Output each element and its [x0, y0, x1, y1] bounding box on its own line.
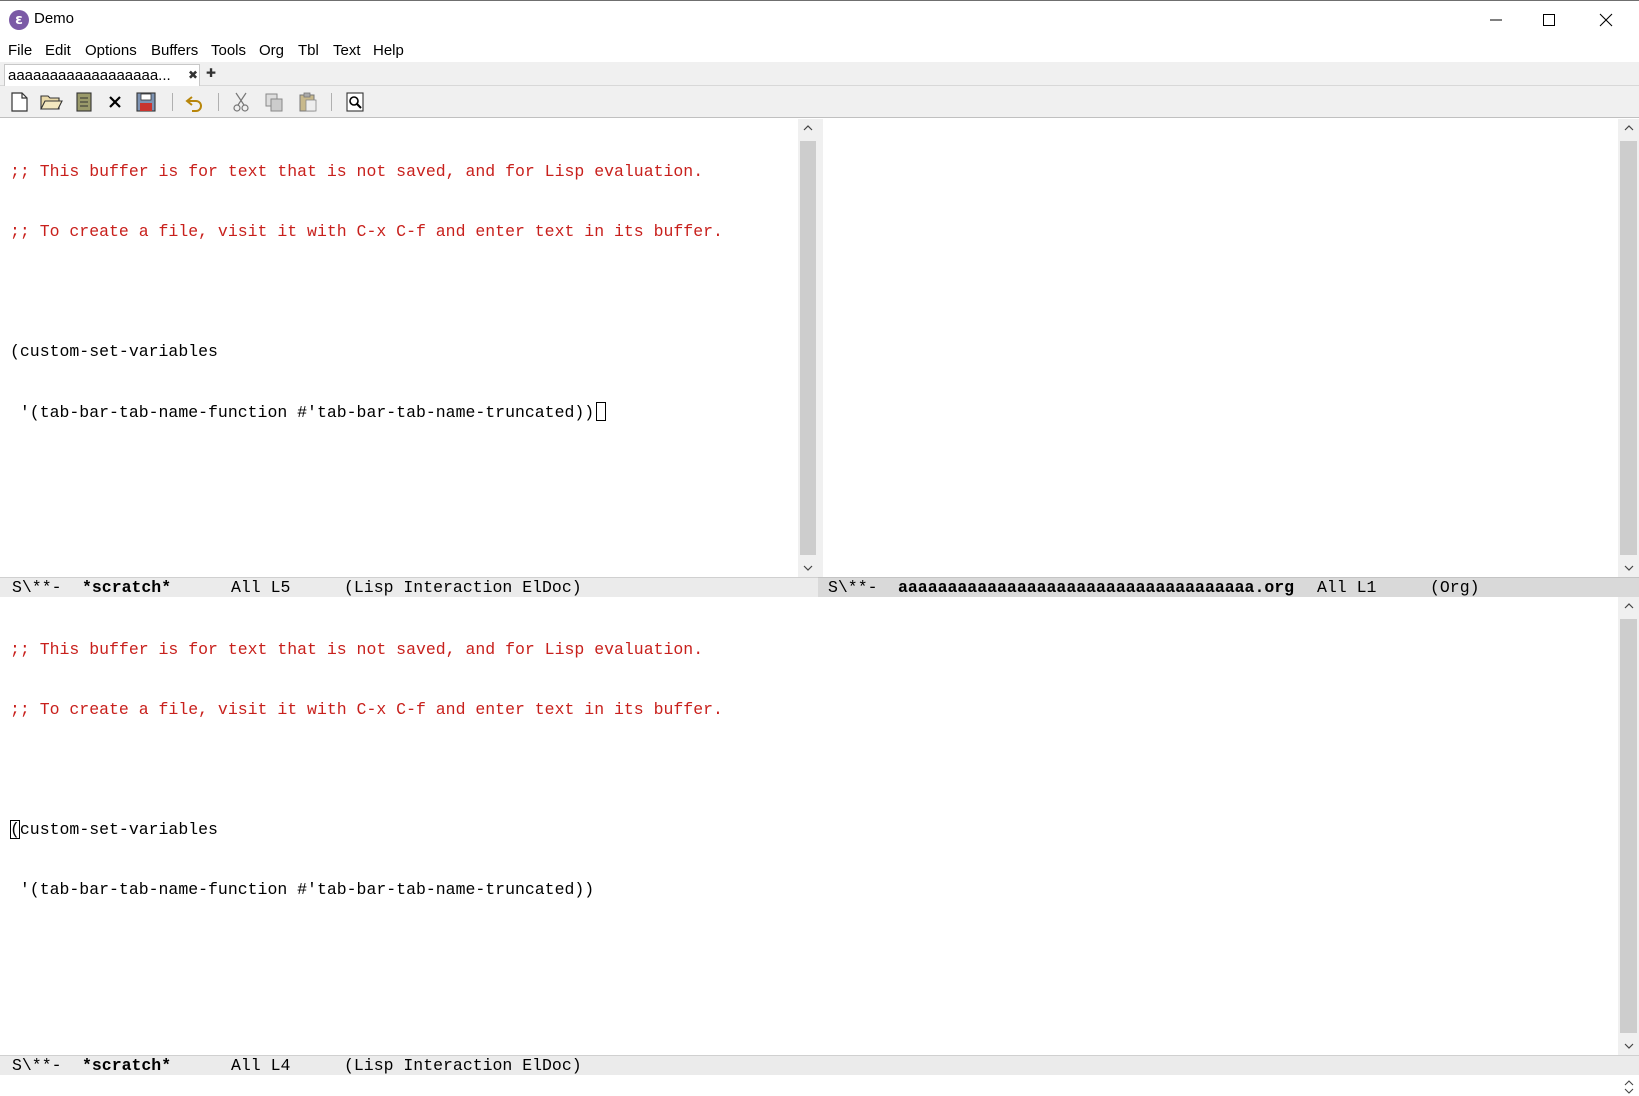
undo-icon: [185, 96, 202, 112]
code-text: custom-set-variables: [19, 820, 218, 839]
text-cursor: (: [10, 820, 20, 839]
scroll-up-arrow-icon[interactable]: [798, 119, 818, 137]
vertical-scrollbar[interactable]: [1618, 119, 1639, 577]
minimize-icon: [1490, 19, 1502, 21]
vertical-scrollbar[interactable]: [1618, 597, 1639, 1055]
scrollbar-thumb[interactable]: [800, 141, 816, 555]
mode-line-position: All L4: [231, 1056, 291, 1075]
scratch-window-bottom[interactable]: ;; This buffer is for text that is not s…: [0, 597, 1618, 1055]
close-x-icon[interactable]: ✖: [188, 68, 198, 82]
magnifier-icon: [346, 92, 364, 112]
code-line: '(tab-bar-tab-name-function #'tab-bar-ta…: [10, 402, 723, 422]
dired-icon: [76, 92, 92, 112]
tab-bar: aaaaaaaaaaaaaaaaaa... ✖ ✚: [0, 62, 1639, 86]
close-icon: [1599, 13, 1613, 27]
code-text: '(tab-bar-tab-name-function #'tab-bar-ta…: [10, 403, 595, 422]
mode-line-buffer-name[interactable]: *scratch*: [82, 1056, 171, 1076]
menu-edit[interactable]: Edit: [45, 42, 71, 59]
toolbar-separator: [331, 93, 332, 111]
scroll-down-arrow-icon[interactable]: [1618, 559, 1639, 577]
comment-line: ;; This buffer is for text that is not s…: [10, 640, 704, 659]
menu-tools[interactable]: Tools: [211, 42, 246, 59]
mode-line-modes[interactable]: (Org): [1430, 578, 1480, 598]
scroll-down-arrow-icon[interactable]: [798, 559, 818, 577]
menu-options[interactable]: Options: [85, 42, 137, 59]
plus-icon[interactable]: ✚: [206, 66, 216, 80]
org-window-top-right[interactable]: [823, 119, 1618, 577]
code-line: (custom-set-variables: [10, 820, 723, 840]
menu-help[interactable]: Help: [373, 42, 404, 59]
save-button[interactable]: [133, 90, 159, 114]
mode-line-position: All L5: [231, 578, 291, 597]
mode-line-buffer-name[interactable]: *scratch*: [82, 578, 171, 598]
minibuffer-scroll-icon[interactable]: [1618, 1077, 1639, 1096]
menu-buffers[interactable]: Buffers: [151, 42, 198, 59]
mode-line-top-left[interactable]: S\**- *scratch* All L5 (Lisp Interaction…: [0, 577, 818, 597]
mode-line-status: S\**-: [828, 578, 878, 597]
paste-button[interactable]: [295, 90, 321, 114]
tab-org-file[interactable]: aaaaaaaaaaaaaaaaaa... ✖: [4, 64, 200, 86]
scroll-up-arrow-icon[interactable]: [1618, 597, 1639, 615]
comment-line: ;; This buffer is for text that is not s…: [10, 162, 704, 181]
copy-icon: [265, 93, 283, 112]
mode-line-modes[interactable]: (Lisp Interaction ElDoc): [344, 1056, 582, 1076]
tab-label: aaaaaaaaaaaaaaaaaa...: [8, 67, 171, 84]
menu-org[interactable]: Org: [259, 42, 284, 59]
code-line: (custom-set-variables: [10, 342, 218, 361]
minibuffer[interactable]: [0, 1077, 1639, 1096]
floppy-disk-icon: [136, 92, 156, 112]
mode-line-status: S\**-: [12, 578, 62, 597]
menu-file[interactable]: File: [8, 42, 32, 59]
code-line: '(tab-bar-tab-name-function #'tab-bar-ta…: [10, 880, 595, 899]
copy-button[interactable]: [261, 90, 287, 114]
scratch-window-top-left[interactable]: ;; This buffer is for text that is not s…: [0, 119, 798, 577]
mode-line-modes[interactable]: (Lisp Interaction ElDoc): [344, 578, 582, 598]
close-button[interactable]: [1577, 1, 1635, 39]
toolbar-separator: [172, 93, 173, 111]
minimize-button[interactable]: [1467, 1, 1525, 39]
emacs-icon: ε: [9, 10, 29, 30]
folder-open-icon: [40, 95, 63, 110]
text-cursor: [596, 402, 607, 421]
scissors-icon: [233, 92, 249, 112]
window-title: Demo: [34, 10, 75, 27]
dired-button[interactable]: [71, 90, 97, 114]
scrollbar-thumb[interactable]: [1620, 619, 1637, 1033]
mode-line-buffer-name[interactable]: aaaaaaaaaaaaaaaaaaaaaaaaaaaaaaaaaaaa.org: [898, 578, 1294, 598]
mode-line-position: All L1: [1317, 578, 1377, 597]
scroll-down-arrow-icon[interactable]: [1618, 1037, 1639, 1055]
mode-line-status: S\**-: [12, 1056, 62, 1075]
comment-line: ;; To create a file, visit it with C-x C…: [10, 700, 723, 719]
mode-line-top-right[interactable]: S\**- aaaaaaaaaaaaaaaaaaaaaaaaaaaaaaaaaa…: [818, 577, 1639, 597]
maximize-button[interactable]: [1520, 1, 1578, 39]
search-button[interactable]: [342, 90, 368, 114]
tool-bar: [0, 86, 1639, 118]
new-file-icon: [11, 92, 28, 112]
mode-line-bottom[interactable]: S\**- *scratch* All L4 (Lisp Interaction…: [0, 1055, 1639, 1075]
title-bar: ε Demo: [0, 0, 1639, 38]
undo-button[interactable]: [181, 90, 207, 114]
scrollbar-thumb[interactable]: [1620, 141, 1637, 555]
menu-text[interactable]: Text: [333, 42, 361, 59]
cut-button[interactable]: [228, 90, 254, 114]
kill-buffer-button[interactable]: [102, 90, 128, 114]
close-icon: [109, 96, 121, 108]
toolbar-separator: [218, 93, 219, 111]
menu-bar: File Edit Options Buffers Tools Org Tbl …: [0, 38, 1639, 62]
new-file-button[interactable]: [6, 90, 32, 114]
menu-tbl[interactable]: Tbl: [298, 42, 319, 59]
comment-line: ;; To create a file, visit it with C-x C…: [10, 222, 723, 241]
paste-icon: [299, 92, 317, 112]
maximize-icon: [1543, 14, 1555, 26]
open-file-button[interactable]: [38, 90, 64, 114]
scroll-up-arrow-icon[interactable]: [1618, 119, 1639, 137]
vertical-scrollbar[interactable]: [798, 119, 818, 577]
